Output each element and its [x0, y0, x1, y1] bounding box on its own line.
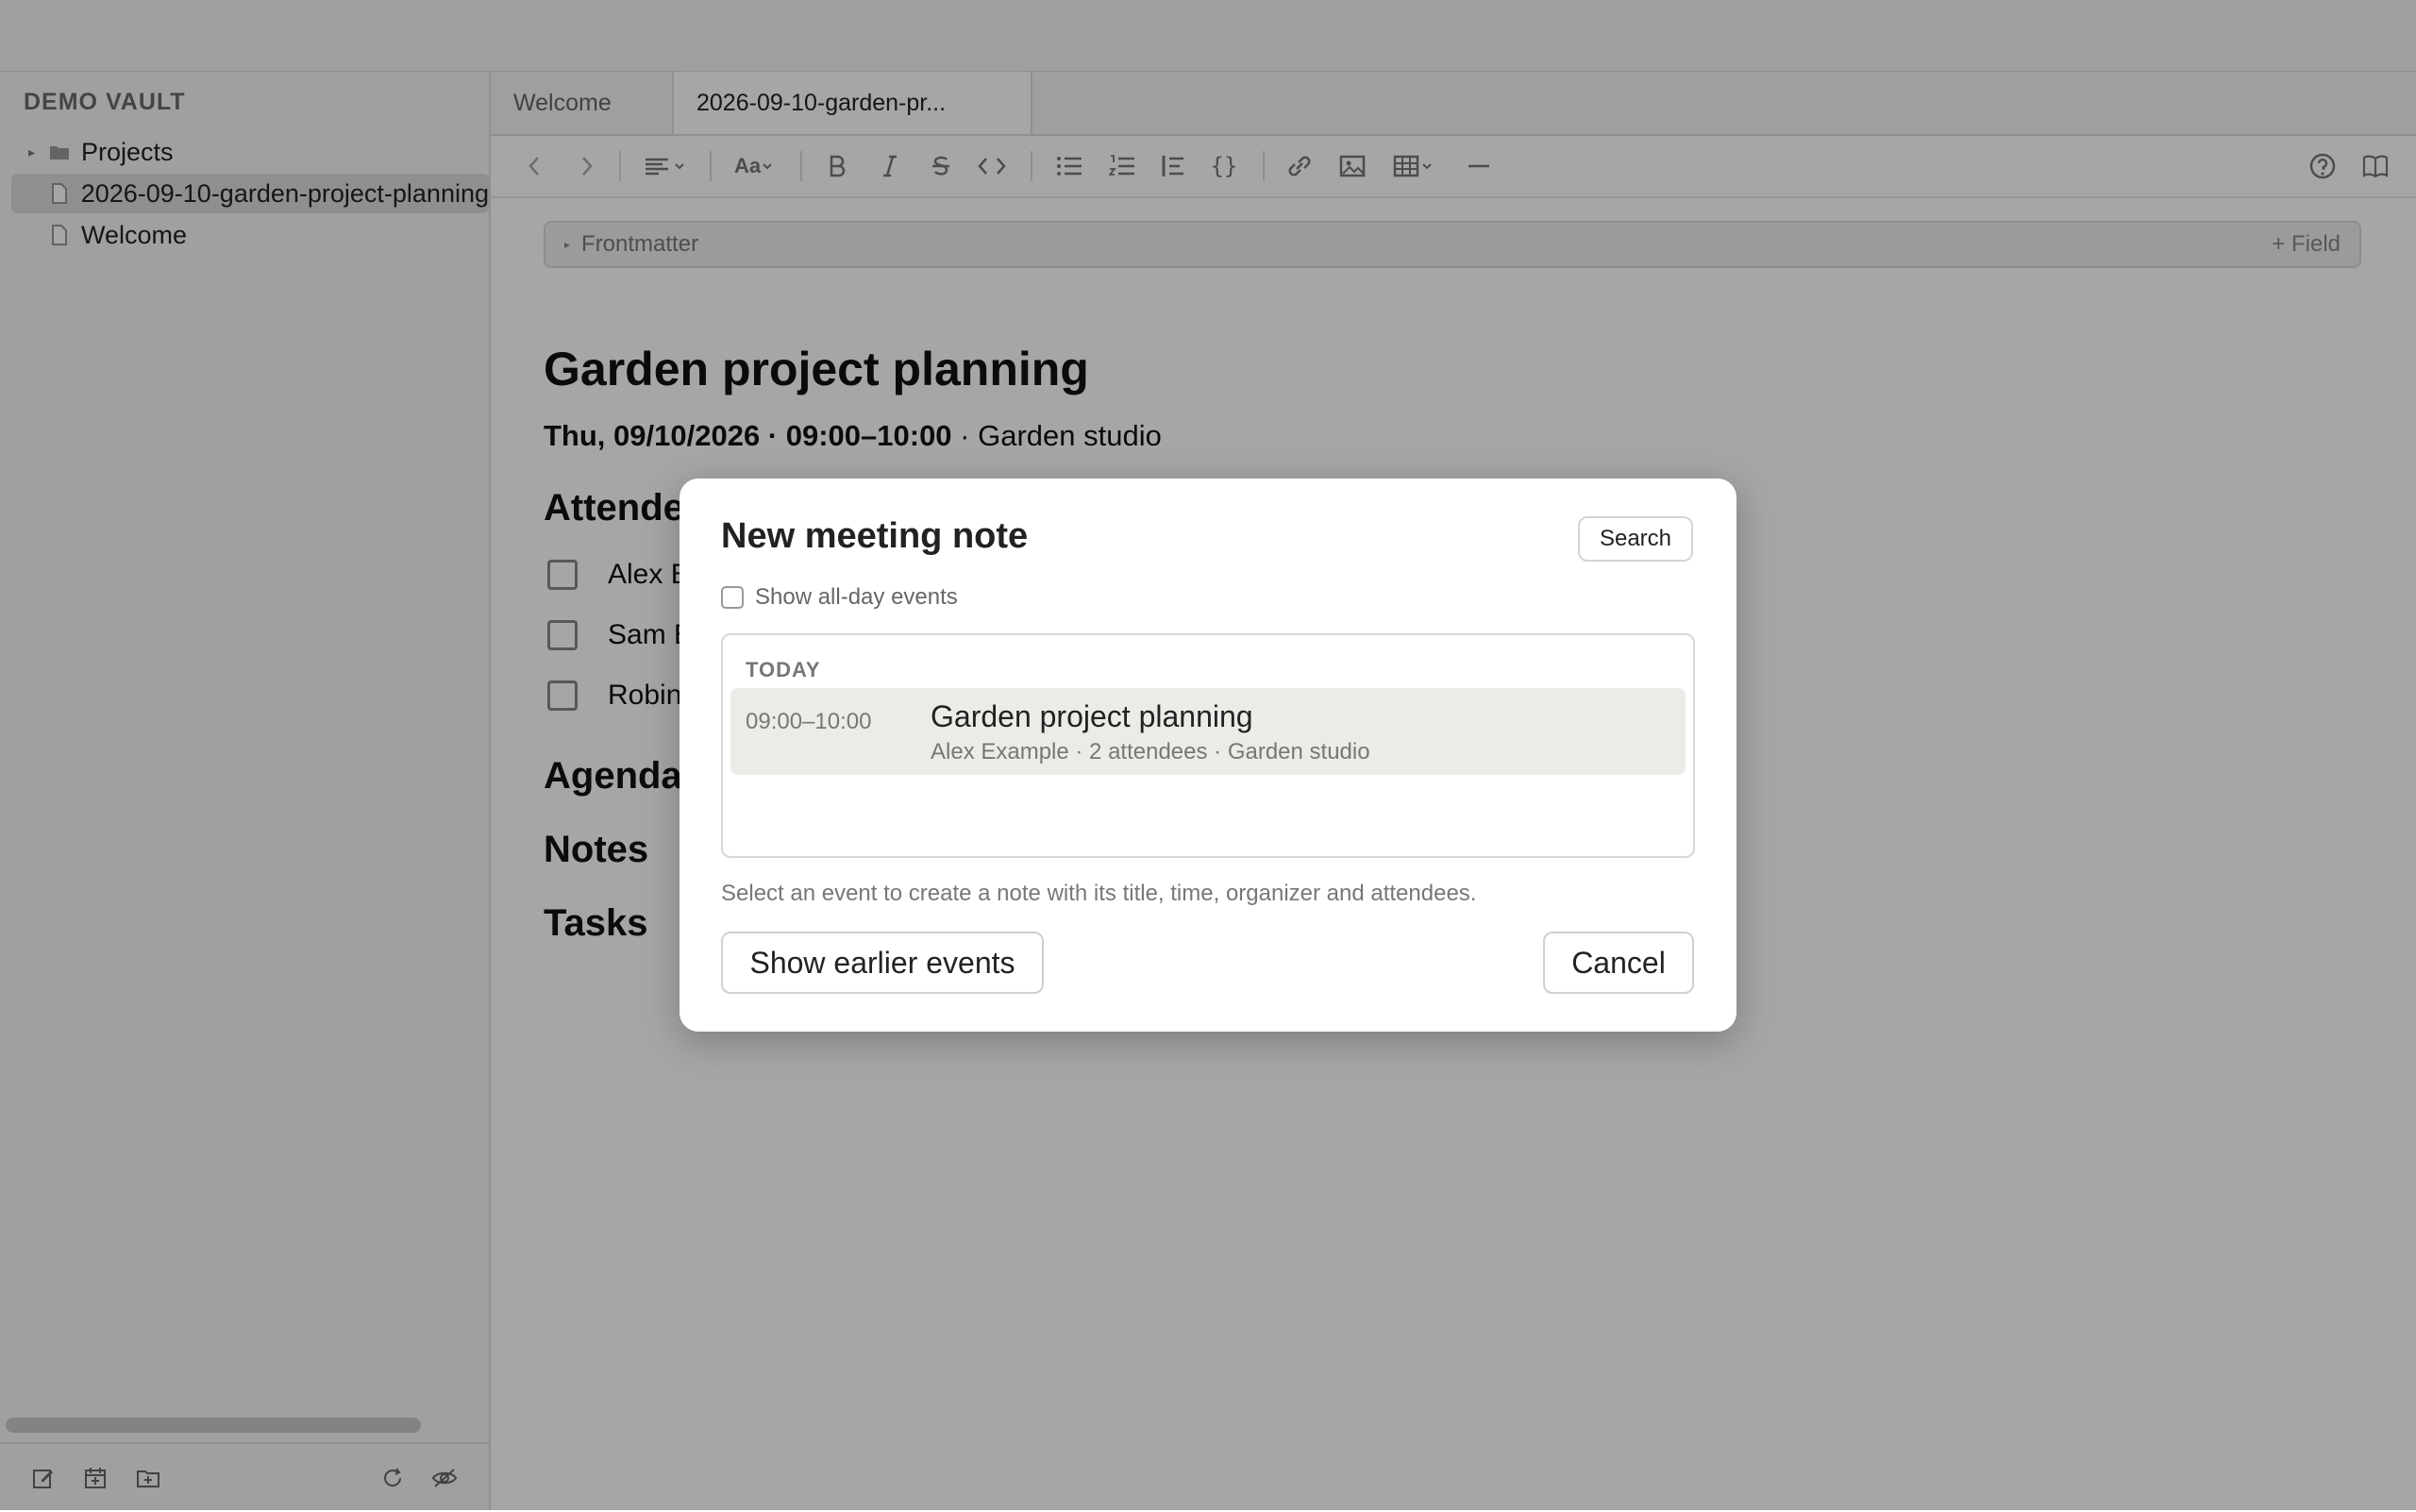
all-day-label: Show all-day events	[755, 584, 958, 610]
event-time: 09:00–10:00	[746, 709, 872, 734]
event-list: TODAY 09:00–10:00 Garden project plannin…	[721, 633, 1695, 858]
dialog-hint: Select an event to create a note with it…	[721, 881, 1477, 906]
cancel-button[interactable]: Cancel	[1543, 932, 1694, 994]
show-all-day-toggle[interactable]: Show all-day events	[721, 584, 958, 611]
event-subtitle: Alex Example · 2 attendees · Garden stud…	[931, 739, 1370, 764]
all-day-checkbox[interactable]	[721, 586, 744, 609]
search-button[interactable]: Search	[1578, 516, 1693, 562]
event-title: Garden project planning	[931, 699, 1253, 733]
show-earlier-events-button[interactable]: Show earlier events	[721, 932, 1044, 994]
new-meeting-note-dialog: New meeting note Search Show all-day eve…	[680, 479, 1736, 1032]
dialog-title: New meeting note	[721, 516, 1029, 556]
day-group-label: TODAY	[746, 658, 821, 681]
event-item[interactable]: 09:00–10:00 Garden project planning Alex…	[730, 688, 1686, 775]
